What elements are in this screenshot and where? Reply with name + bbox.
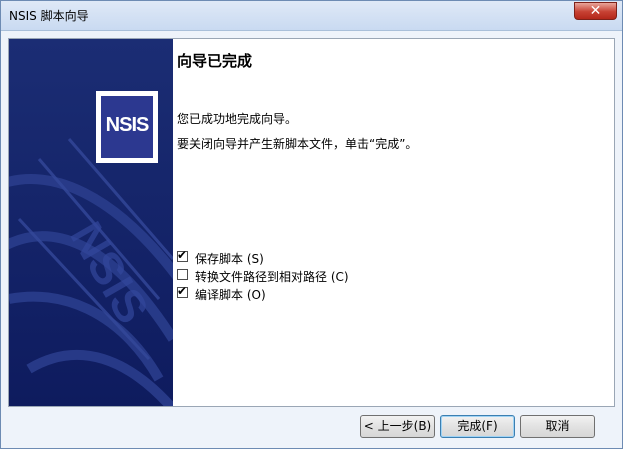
side-banner: NSIS NSIS <box>9 39 173 406</box>
relative-path-label: 转换文件路径到相对路径 (C) <box>195 270 349 284</box>
page-heading: 向导已完成 <box>177 52 253 70</box>
check-icon: ✔ <box>177 248 188 262</box>
save-script-label: 保存脚本 (S) <box>195 252 264 266</box>
close-button[interactable]: ✕ <box>574 2 617 20</box>
finish-button[interactable]: 完成(F) <box>440 415 515 438</box>
banner-watermark: NSIS <box>60 213 159 332</box>
cancel-button[interactable]: 取消 <box>520 415 595 438</box>
instruction-text: 要关闭向导并产生新脚本文件，单击“完成”。 <box>177 137 418 151</box>
logo-text: NSIS <box>105 114 150 136</box>
compile-script-label: 编译脚本 (O) <box>195 288 266 302</box>
success-text: 您已成功地完成向导。 <box>177 112 298 126</box>
compile-script-checkbox[interactable]: ✔ <box>177 284 188 298</box>
close-icon: ✕ <box>589 3 602 19</box>
save-script-checkbox[interactable]: ✔ <box>177 248 188 262</box>
wizard-window: NSIS 脚本向导 ✕ NSIS NSIS 向导已完成 您已成功地完成向导。 要… <box>0 0 623 449</box>
title-bar[interactable]: NSIS 脚本向导 ✕ <box>1 1 622 31</box>
nsis-logo: NSIS <box>96 91 158 163</box>
logo-inner: NSIS <box>101 96 153 158</box>
relative-path-checkbox[interactable] <box>177 269 188 280</box>
back-button[interactable]: < 上一步(B) <box>360 415 435 438</box>
window-title: NSIS 脚本向导 <box>9 9 89 23</box>
wizard-page: NSIS NSIS <box>8 38 615 407</box>
check-icon: ✔ <box>177 284 188 298</box>
